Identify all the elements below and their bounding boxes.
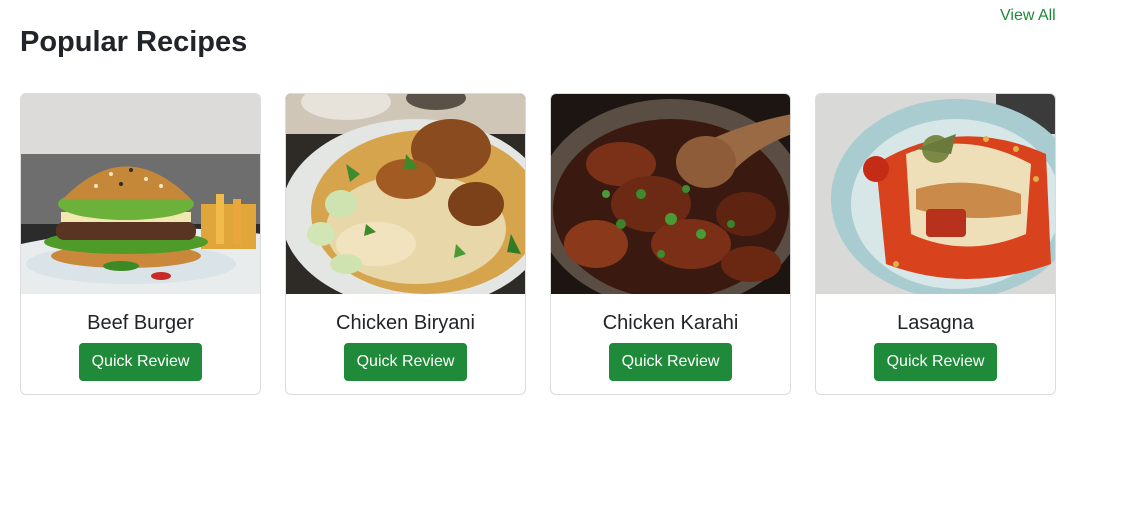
beef-burger-photo[interactable] <box>21 94 260 294</box>
recipe-title: Beef Burger <box>87 312 194 334</box>
chicken-biryani-photo[interactable] <box>286 94 525 294</box>
recipe-title: Lasagna <box>897 312 974 334</box>
lasagna-photo[interactable] <box>816 94 1055 294</box>
quick-review-button[interactable]: Quick Review <box>608 343 733 381</box>
recipe-card-chicken-biryani: Chicken Biryani Quick Review <box>285 93 526 395</box>
recipe-card-beef-burger: Beef Burger Quick Review <box>20 93 261 395</box>
page-title: Popular Recipes <box>20 26 248 58</box>
recipe-card-chicken-karahi: Chicken Karahi Quick Review <box>550 93 791 395</box>
quick-review-button[interactable]: Quick Review <box>78 343 203 381</box>
view-all-link[interactable]: View All <box>1000 7 1056 25</box>
recipe-card-lasagna: Lasagna Quick Review <box>815 93 1056 395</box>
quick-review-button[interactable]: Quick Review <box>873 343 998 381</box>
recipe-title: Chicken Karahi <box>602 312 739 334</box>
recipe-card-list: Beef Burger Quick Review Chicken Biryani… <box>20 93 1056 395</box>
popular-recipes-section: View All Popular Recipes Beef Burger Qui… <box>0 0 1124 505</box>
chicken-karahi-photo[interactable] <box>551 94 790 294</box>
recipe-title: Chicken Biryani <box>336 312 475 334</box>
quick-review-button[interactable]: Quick Review <box>343 343 468 381</box>
